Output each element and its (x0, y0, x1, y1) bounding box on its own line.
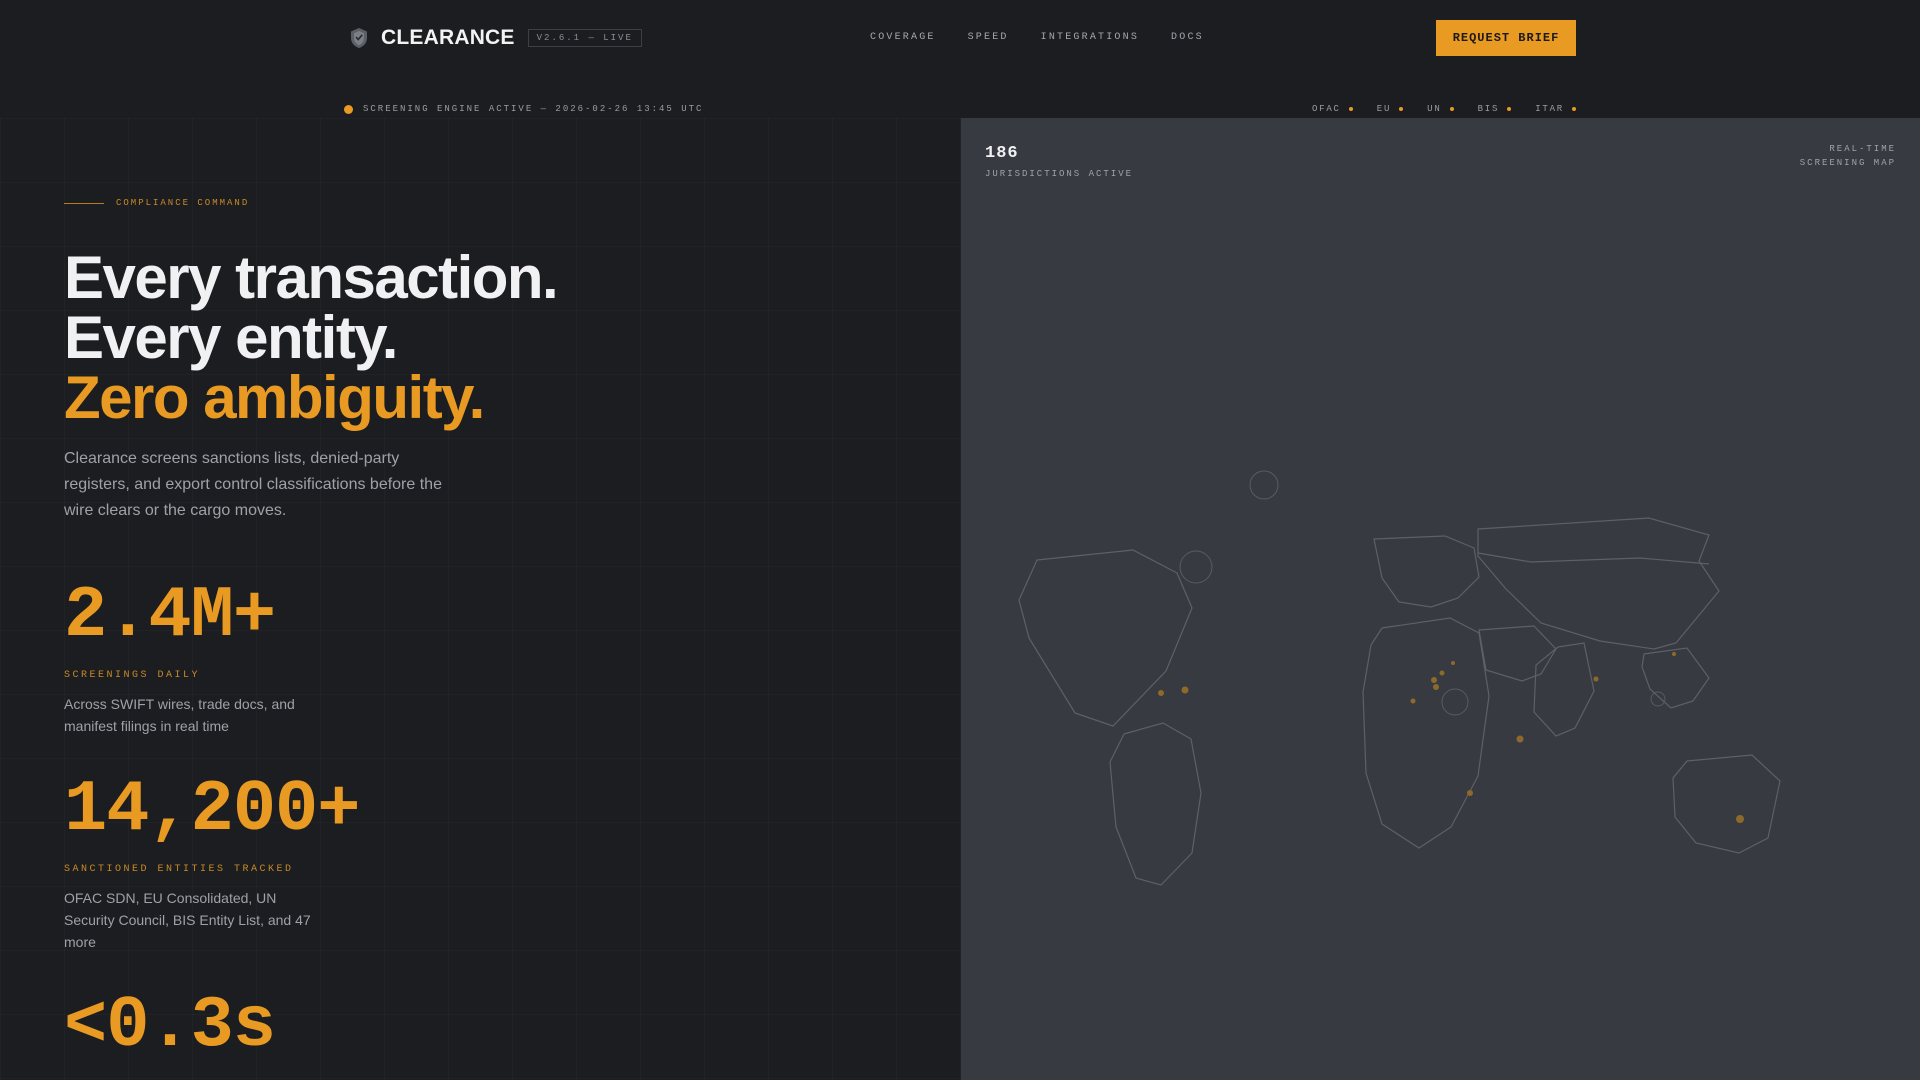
stat-label: SANCTIONED ENTITIES TRACKED (64, 864, 294, 875)
nav-docs[interactable]: DOCS (1171, 32, 1204, 43)
engine-status: SCREENING ENGINE ACTIVE — 2026-02-26 13:… (344, 104, 703, 114)
regime-eu: EU (1376, 104, 1404, 114)
screening-hit-dot (1736, 815, 1744, 823)
map-title: REAL-TIME SCREENING MAP (1800, 142, 1896, 170)
map-title-line-2: SCREENING MAP (1799, 158, 1896, 168)
regime-active-dot (1399, 107, 1404, 111)
regime-label: UN (1427, 104, 1442, 114)
jurisdictions-counter: 186 JURISDICTIONS ACTIVE (985, 144, 1133, 179)
regime-label: ITAR (1535, 104, 1564, 114)
ping-ring (1441, 688, 1469, 716)
world-map-graphic (1018, 470, 1781, 886)
version-badge: V2.6.1 — LIVE (527, 29, 642, 47)
map-title-line-1: REAL-TIME (1829, 144, 1896, 154)
eyebrow: COMPLIANCE COMMAND (64, 198, 249, 208)
live-status-dot (344, 104, 353, 114)
hero-lede: Clearance screens sanctions lists, denie… (64, 450, 442, 519)
screening-map-panel: 186 JURISDICTIONS ACTIVE REAL-TIME SCREE… (961, 118, 1920, 1080)
middle-east-outline (1478, 625, 1557, 682)
regime-un: UN (1427, 104, 1454, 114)
screening-hit-dot (1158, 690, 1164, 696)
stat-latency: <0.3s (64, 985, 276, 1067)
stat-description: Across SWIFT wires, trade docs, and mani… (64, 696, 295, 734)
regime-active-dot (1507, 107, 1512, 111)
screening-hit-dot (1410, 698, 1416, 704)
stat-value: 2.4M+ (64, 575, 276, 657)
stat-screenings: 2.4M+ SCREENINGS DAILY Across SWIFT wire… (64, 580, 324, 737)
nav-integrations[interactable]: INTEGRATIONS (1041, 32, 1139, 43)
site-header: CLEARANCE V2.6.1 — LIVE COVERAGE SPEED I… (0, 0, 1920, 76)
ping-ring (1650, 691, 1666, 707)
north-america-outline (1018, 549, 1193, 727)
main-nav: COVERAGE SPEED INTEGRATIONS DOCS (870, 32, 1236, 43)
regime-label: OFAC (1311, 104, 1341, 114)
ping-ring (1249, 470, 1279, 500)
africa-outline (1362, 617, 1490, 849)
australia-outline (1672, 754, 1781, 854)
asia-outline (1477, 517, 1720, 650)
regime-itar: ITAR (1535, 104, 1576, 114)
screening-hit-dot (1593, 676, 1599, 682)
shield-logo-icon (351, 28, 367, 48)
nav-coverage[interactable]: COVERAGE (870, 32, 936, 43)
screening-hit-dot (1516, 735, 1524, 743)
regime-label: BIS (1477, 104, 1500, 114)
stat-label: SCREENINGS DAILY (64, 670, 201, 681)
nav-speed[interactable]: SPEED (968, 32, 1009, 43)
screening-hit-dot (1433, 684, 1439, 690)
screening-hit-dot (1672, 652, 1676, 656)
jurisdictions-label: JURISDICTIONS ACTIVE (985, 169, 1134, 179)
jurisdictions-count: 186 (985, 144, 1019, 163)
asia-inner-line (1477, 552, 1710, 565)
screening-hit-dot (1439, 670, 1445, 676)
hero-headline: Every transaction. Every entity. Zero am… (64, 244, 559, 431)
south-america-outline (1109, 722, 1202, 886)
regime-active-dot (1348, 107, 1353, 111)
eyebrow-rule (64, 202, 104, 204)
headline-line-1: Every transaction. (64, 244, 559, 311)
hero-section: COMPLIANCE COMMAND Every transaction. Ev… (0, 118, 961, 1080)
regime-active-dot (1449, 107, 1454, 111)
brand-name: CLEARANCE (381, 26, 515, 49)
screening-hit-dot (1431, 677, 1437, 683)
regime-bis: BIS (1478, 104, 1512, 114)
eyebrow-text: COMPLIANCE COMMAND (116, 198, 250, 208)
engine-status-text: SCREENING ENGINE ACTIVE — 2026-02-26 13:… (363, 104, 704, 114)
east-asia-outline (1641, 647, 1710, 709)
brand[interactable]: CLEARANCE V2.6.1 — LIVE (349, 26, 642, 50)
regime-ofac: OFAC (1312, 104, 1353, 114)
screening-hit-dot (1467, 790, 1473, 796)
headline-line-3: Zero ambiguity. (64, 364, 485, 431)
screening-hit-dot (1181, 686, 1189, 694)
regime-list: OFAC EU UN BIS ITAR (1288, 104, 1576, 114)
regime-label: EU (1376, 104, 1392, 114)
request-brief-button[interactable]: REQUEST BRIEF (1436, 20, 1576, 56)
status-strip: SCREENING ENGINE ACTIVE — 2026-02-26 13:… (0, 100, 1920, 118)
regime-active-dot (1572, 107, 1576, 111)
ping-ring (1179, 550, 1213, 584)
headline-line-2: Every entity. (64, 304, 398, 371)
south-asia-outline (1533, 642, 1595, 737)
stat-description: OFAC SDN, EU Consolidated, UN Security C… (64, 890, 311, 950)
stat-entities: 14,200+ SANCTIONED ENTITIES TRACKED OFAC… (64, 769, 360, 953)
screening-hit-dot (1451, 661, 1455, 665)
europe-outline (1373, 535, 1480, 608)
stat-value: <0.3s (64, 985, 276, 1067)
stat-value: 14,200+ (64, 769, 360, 851)
